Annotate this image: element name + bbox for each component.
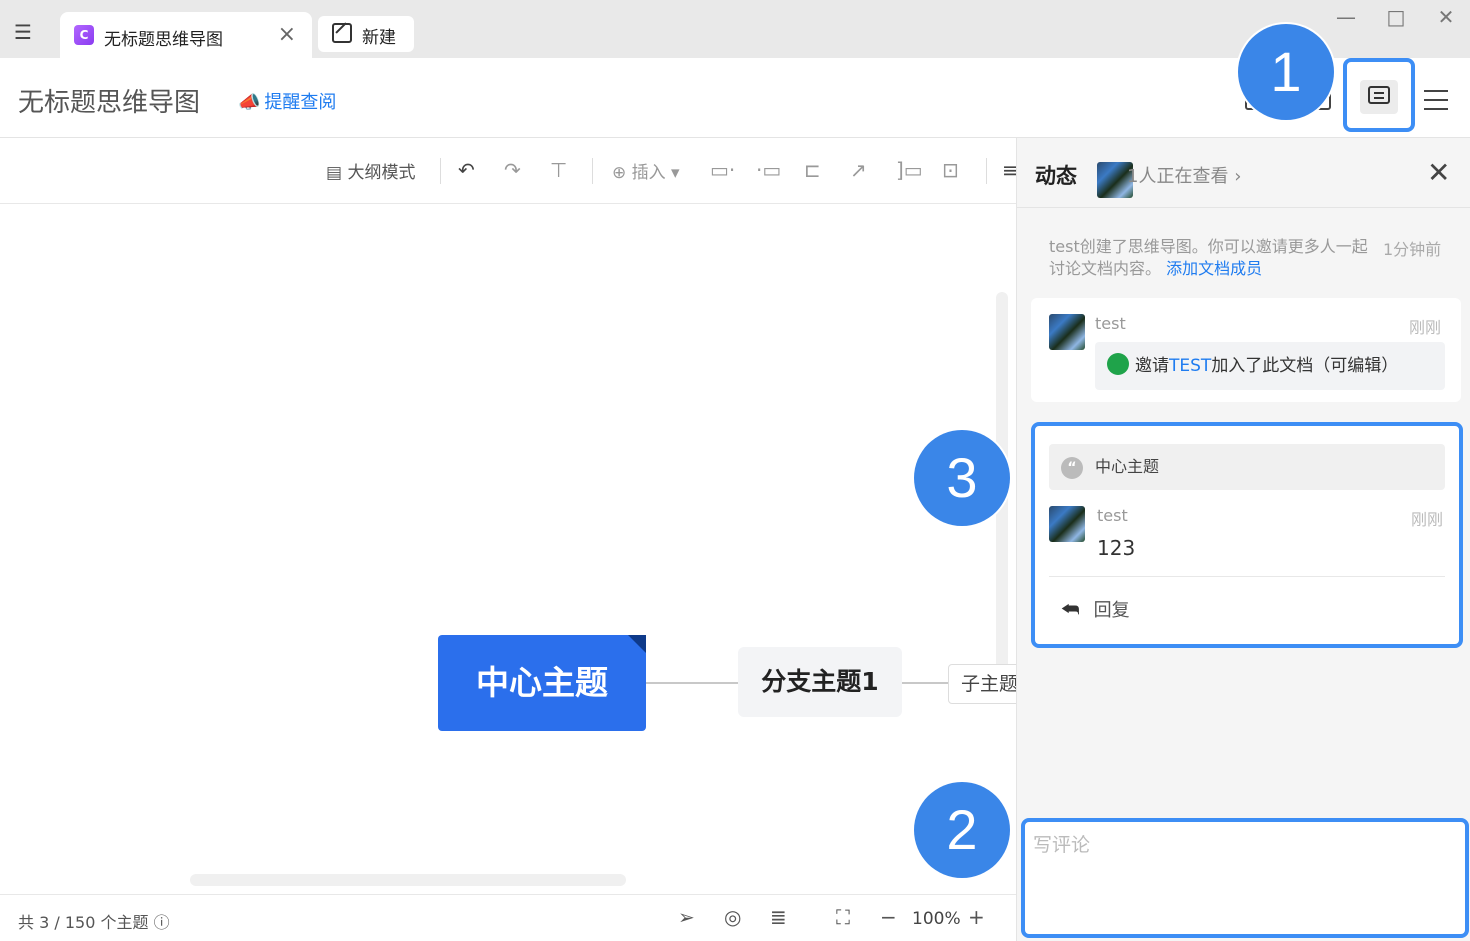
maximize-icon[interactable]: □ <box>1384 6 1408 30</box>
branch-topic-node[interactable]: 分支主题1 <box>738 647 902 717</box>
locate-icon[interactable]: ➢ <box>678 905 695 929</box>
invite-prefix: 邀请 <box>1135 356 1169 376</box>
system-message: test创建了思维导图。你可以邀请更多人一起讨论文档内容。 添加文档成员 <box>1049 236 1379 280</box>
quote-text: 中心主题 <box>1095 457 1160 476</box>
tab-mindmap[interactable]: C 无标题思维导图 × <box>60 12 312 58</box>
outline-mode-button[interactable]: ▤ 大纲模式 <box>326 158 415 183</box>
connector-line <box>646 682 738 684</box>
avatar <box>1049 506 1085 542</box>
central-topic-node[interactable]: 中心主题 <box>438 635 646 731</box>
fullscreen-icon[interactable]: ⛶ <box>836 905 850 929</box>
insert-parent-icon[interactable]: ⊏ <box>804 158 821 182</box>
activity-panel: 动态 1人正在查看 › ✕ test创建了思维导图。你可以邀请更多人一起讨论文档… <box>1016 138 1470 941</box>
new-tab-button[interactable]: 新建 <box>318 16 414 52</box>
divider <box>1049 576 1445 577</box>
edit-icon <box>332 23 352 43</box>
comment-button[interactable] <box>1343 58 1415 132</box>
invite-suffix: 加入了此文档（可编辑） <box>1211 356 1399 376</box>
activity-time: 刚刚 <box>1409 318 1442 337</box>
invite-message: 邀请TEST加入了此文档（可编辑） <box>1095 342 1445 390</box>
megaphone-icon: 📣 <box>238 92 261 113</box>
quote-icon: “ <box>1061 457 1083 479</box>
comment-time: 刚刚 <box>1411 510 1444 529</box>
zoom-out-icon[interactable]: − <box>880 905 897 929</box>
layout-icon[interactable]: ≣ <box>770 905 787 929</box>
add-member-link[interactable]: 添加文档成员 <box>1166 259 1262 278</box>
toolbar-divider <box>986 158 987 184</box>
close-panel-icon[interactable]: ✕ <box>1427 156 1450 189</box>
redo-icon[interactable]: ↷ <box>504 158 521 182</box>
reply-button[interactable]: ⮪ 回复 <box>1061 596 1130 622</box>
boundary-icon[interactable]: ⊡ <box>942 158 959 182</box>
info-icon[interactable]: ⓘ <box>154 913 170 932</box>
center-focus-icon[interactable]: ◎ <box>724 905 741 929</box>
comment-input[interactable] <box>1033 830 1457 926</box>
insert-button[interactable]: ⊕ 插入 ▾ <box>612 158 680 183</box>
reply-icon: ⮪ <box>1061 597 1080 621</box>
summary-icon[interactable]: ]▭ <box>896 158 923 182</box>
insert-child-icon[interactable]: ▭· <box>710 158 735 182</box>
panel-title: 动态 <box>1035 164 1077 188</box>
activity-username: test <box>1095 314 1126 333</box>
relation-line-icon[interactable]: ↗ <box>850 158 867 182</box>
avatar <box>1049 314 1085 350</box>
insert-label: 插入 <box>631 163 666 183</box>
invite-target[interactable]: TEST <box>1169 356 1211 376</box>
comment-quote[interactable]: “ 中心主题 <box>1049 444 1445 490</box>
insert-sibling-icon[interactable]: ·▭ <box>756 158 781 182</box>
comment-username: test <box>1097 506 1128 525</box>
zoom-level: 100% <box>912 909 961 929</box>
outline-mode-label: 大纲模式 <box>347 163 416 183</box>
viewers-link[interactable]: 1人正在查看 › <box>1127 162 1241 188</box>
history-icon[interactable]: ☰ <box>14 20 44 50</box>
callout-3: 3 <box>914 430 1010 526</box>
topic-count-text: 共 3 / 150 个主题 <box>18 913 149 932</box>
mindmap-canvas[interactable]: 中心主题 分支主题1 子主题 <box>0 204 1016 894</box>
mindmap-file-icon: C <box>74 25 94 45</box>
chevron-right-icon: › <box>1234 166 1242 187</box>
toolbar-divider <box>592 158 593 184</box>
mindmap-toolbar: ▤ 大纲模式 ↶ ↷ ⊤ ⊕ 插入 ▾ ▭· ·▭ ⊏ ↗ ]▭ ⊡ ≡ <box>0 138 1019 204</box>
remind-review-link[interactable]: 📣 提醒查阅 <box>238 88 336 114</box>
hamburger-menu-icon[interactable] <box>1424 90 1448 110</box>
comment-text: 123 <box>1097 536 1136 560</box>
remind-label: 提醒查阅 <box>264 92 337 113</box>
comment-card: “ 中心主题 test 刚刚 123 ⮪ 回复 <box>1031 422 1463 648</box>
comment-icon-wrap <box>1360 80 1398 114</box>
panel-header: 动态 1人正在查看 › ✕ <box>1017 138 1470 208</box>
toolbar-divider <box>440 158 441 184</box>
viewers-label: 1人正在查看 <box>1127 166 1229 187</box>
activity-card: test 刚刚 邀请TEST加入了此文档（可编辑） <box>1031 298 1461 402</box>
undo-icon[interactable]: ↶ <box>458 158 475 182</box>
comment-input-box[interactable] <box>1021 818 1469 938</box>
horizontal-scrollbar[interactable] <box>190 874 626 886</box>
sub-topic-node[interactable]: 子主题 <box>948 664 1016 704</box>
system-message-time: 1分钟前 <box>1383 240 1442 259</box>
connector-line <box>902 682 948 684</box>
callout-1: 1 <box>1238 24 1334 120</box>
close-window-icon[interactable]: ✕ <box>1434 6 1458 30</box>
format-painter-icon[interactable]: ⊤ <box>550 158 567 182</box>
user-add-icon <box>1107 353 1129 375</box>
new-tab-label: 新建 <box>362 28 396 48</box>
window-controls: — □ ✕ <box>1334 6 1458 30</box>
close-tab-icon[interactable]: × <box>278 22 296 47</box>
document-title[interactable]: 无标题思维导图 <box>18 82 200 119</box>
status-bar: 共 3 / 150 个主题 ⓘ ➢ ◎ ≣ ⛶ − 100% + <box>0 894 1016 941</box>
callout-2: 2 <box>914 782 1010 878</box>
tab-label: 无标题思维导图 <box>104 30 223 50</box>
topic-count: 共 3 / 150 个主题 ⓘ <box>18 909 170 933</box>
reply-label: 回复 <box>1093 600 1130 621</box>
minimize-icon[interactable]: — <box>1334 6 1358 30</box>
zoom-in-icon[interactable]: + <box>968 905 985 929</box>
comment-icon <box>1368 86 1390 104</box>
